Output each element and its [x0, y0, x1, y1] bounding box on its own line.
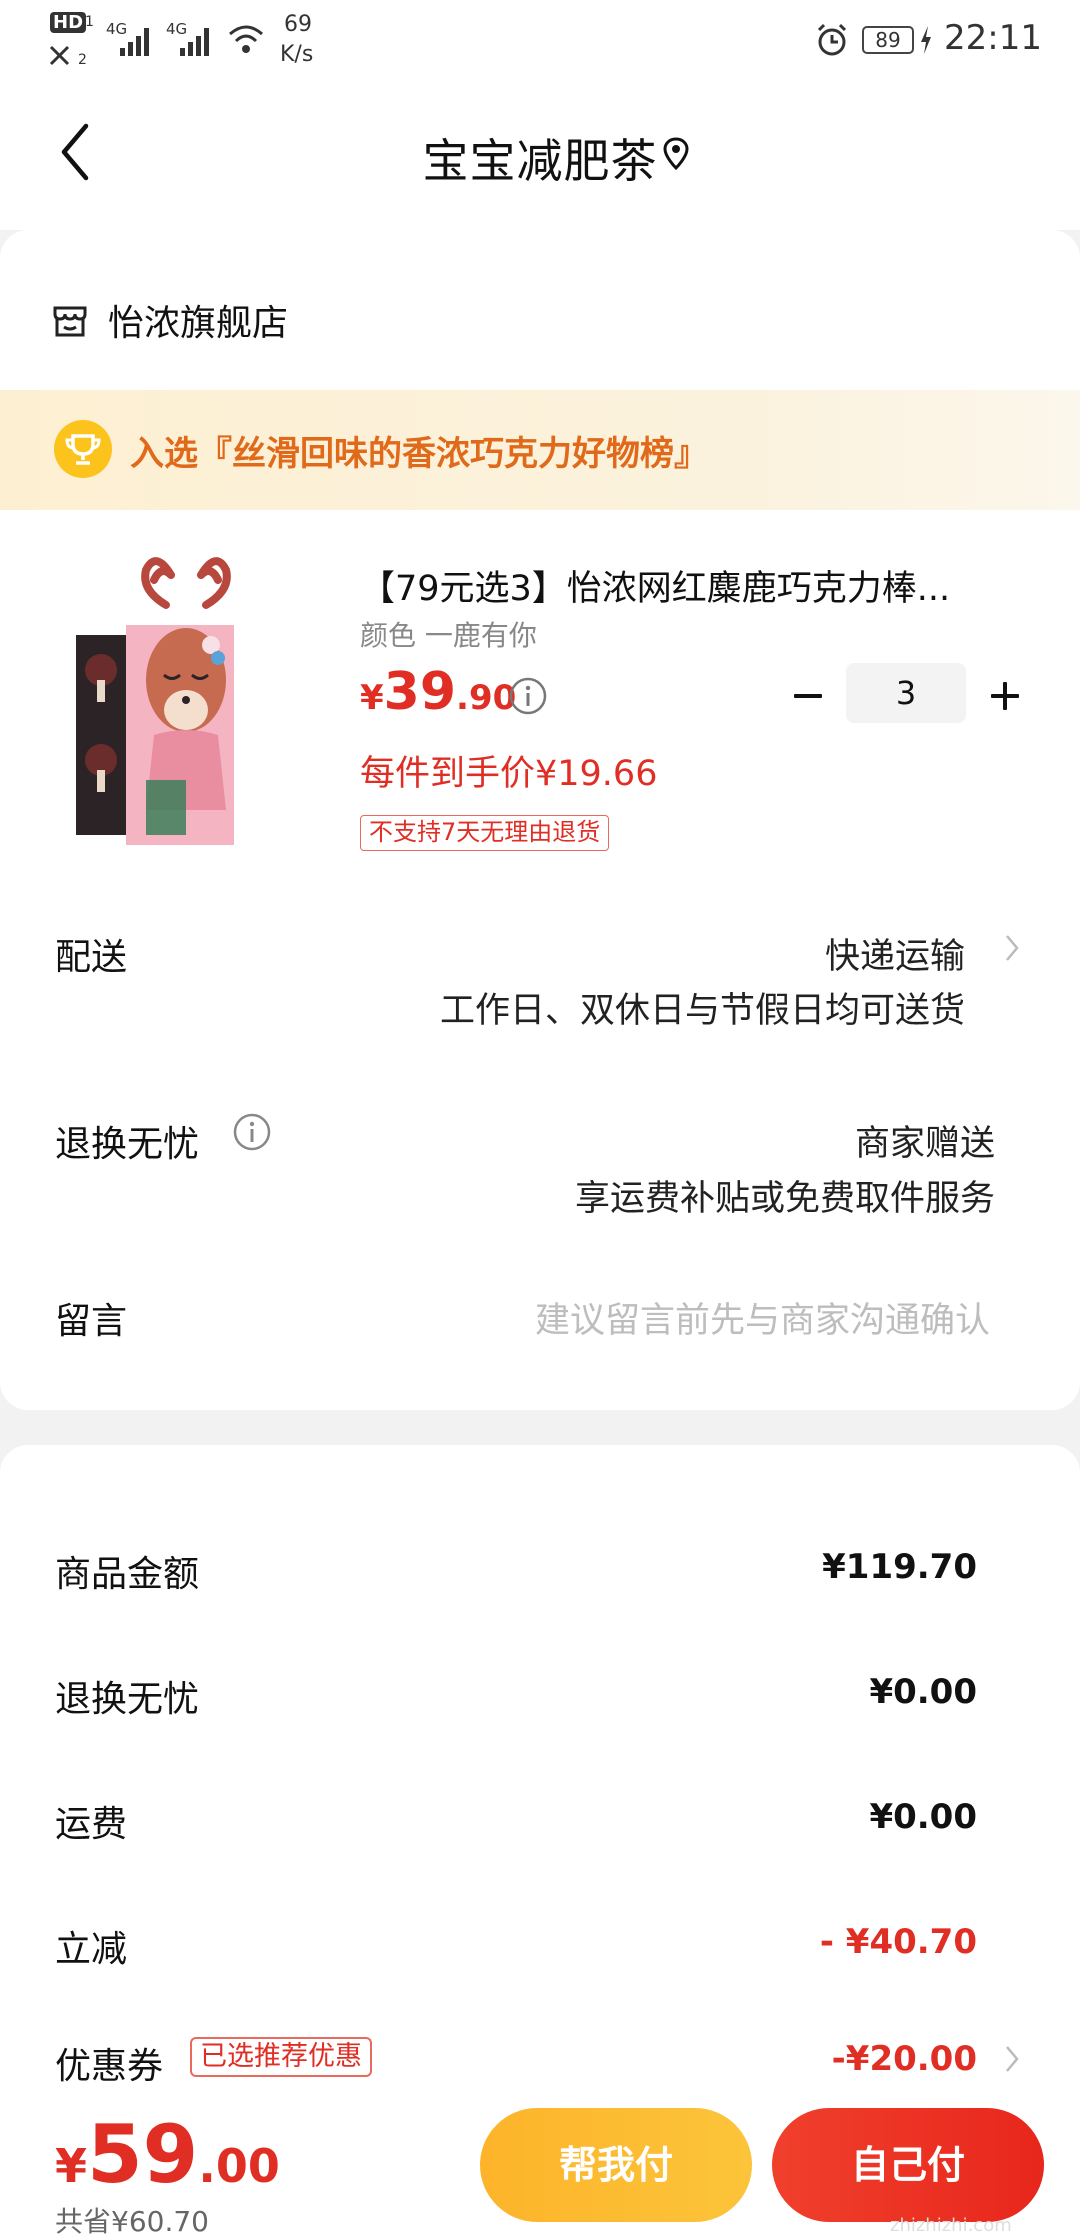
return-service-label: 退换无忧 [55, 1124, 200, 1165]
goods-amount-label: 商品金额 [55, 1554, 200, 1595]
shipping-label: 运费 [55, 1804, 128, 1845]
price-symbol: ¥ [360, 678, 384, 718]
order-card: 怡浓旗舰店 入选『丝滑回味的香浓巧克力好物榜』 【79元选3】怡浓网红麋鹿巧克力… [0, 230, 1080, 1410]
return-service-value: 商家赠送 [854, 1124, 995, 1164]
product-price: ¥39.90 [360, 662, 516, 722]
no-return-tag: 不支持7天无理由退货 [360, 815, 610, 851]
ranking-text: 入选『丝滑回味的香浓巧克力好物榜』 [130, 434, 708, 474]
total-saved: 共省¥60.70 [55, 2205, 209, 2238]
charging-icon [921, 26, 931, 54]
header: 宝宝减肥茶 [0, 80, 1080, 230]
total-decimal: .00 [198, 2139, 280, 2193]
coupon-label: 优惠券 [55, 2046, 164, 2087]
ranking-banner[interactable]: 入选『丝滑回味的香浓巧克力好物榜』 [0, 390, 1080, 510]
shop-name: 怡浓旗舰店 [108, 303, 289, 344]
shipping-value: ¥0.00 [869, 1797, 977, 1837]
coupon-value[interactable]: -¥20.00 [832, 2039, 977, 2079]
delivery-note: 工作日、双休日与节假日均可送货 [439, 991, 965, 1031]
return-fee-value: ¥0.00 [869, 1672, 977, 1712]
sim2-indicator: 2 [78, 52, 87, 68]
battery-icon: 89 [862, 26, 914, 54]
product-variant[interactable]: 颜色 一鹿有你 [360, 614, 537, 654]
remark-label: 留言 [55, 1301, 128, 1342]
coupon-chevron-icon[interactable] [1003, 2041, 1023, 2077]
speed-value: 69 [284, 12, 312, 37]
trophy-icon [54, 420, 112, 478]
price-integer: 39 [383, 662, 457, 722]
shop-row[interactable]: 怡浓旗舰店 [50, 290, 288, 350]
price-info-icon[interactable] [508, 676, 548, 716]
product-image[interactable] [76, 550, 234, 860]
quantity-input[interactable]: 3 [846, 663, 966, 723]
delivery-method[interactable]: 快递运输 [825, 928, 965, 979]
wifi-icon [229, 25, 263, 53]
delivery-chevron-icon[interactable] [1003, 930, 1023, 966]
sim1-indicator: 1 [85, 14, 94, 30]
instant-discount-label: 立减 [55, 1929, 128, 1970]
hd-indicator: HD [50, 12, 87, 33]
product-title[interactable]: 【79元选3】怡浓网红麋鹿巧克力棒... [360, 560, 1010, 611]
return-service-note: 享运费补贴或免费取件服务 [574, 1179, 995, 1219]
battery-level: 89 [875, 28, 901, 52]
watermark: zhizhizhi.com [890, 2215, 1012, 2236]
instant-discount-value: - ¥40.70 [819, 1922, 977, 1962]
remark-input[interactable]: 建议留言前先与商家沟通确认 [535, 1292, 990, 1343]
self-pay-button[interactable]: 自己付 [772, 2108, 1044, 2222]
clock: 22:11 [944, 18, 1042, 58]
quantity-minus-button[interactable] [788, 676, 828, 716]
quantity-plus-button[interactable] [985, 676, 1025, 716]
return-info-icon[interactable] [232, 1112, 272, 1152]
coupon-selected-tag[interactable]: 已选推荐优惠 [190, 2037, 372, 2077]
status-bar: HD 1 2 4G 4G 69 K/s 89 22:11 [0, 0, 1080, 80]
total-symbol: ¥ [55, 2139, 88, 2193]
signal-icon-2 [180, 28, 209, 56]
help-pay-button[interactable]: 帮我付 [480, 2108, 752, 2222]
no-call-icon [49, 45, 70, 66]
goods-amount-value: ¥119.70 [822, 1547, 977, 1587]
return-fee-label: 退换无忧 [55, 1679, 200, 1720]
speed-unit: K/s [280, 42, 314, 67]
total-integer: 59 [87, 2108, 199, 2201]
store-icon [53, 306, 87, 337]
alarm-icon [817, 23, 847, 56]
delivery-label: 配送 [55, 937, 128, 978]
page-title: 宝宝减肥茶 [422, 134, 658, 188]
location-pin-icon[interactable] [660, 136, 692, 172]
signal-icon-1 [120, 28, 149, 56]
unit-price: 每件到手价¥19.66 [360, 754, 658, 794]
total-price: ¥59.00 [55, 2108, 280, 2201]
